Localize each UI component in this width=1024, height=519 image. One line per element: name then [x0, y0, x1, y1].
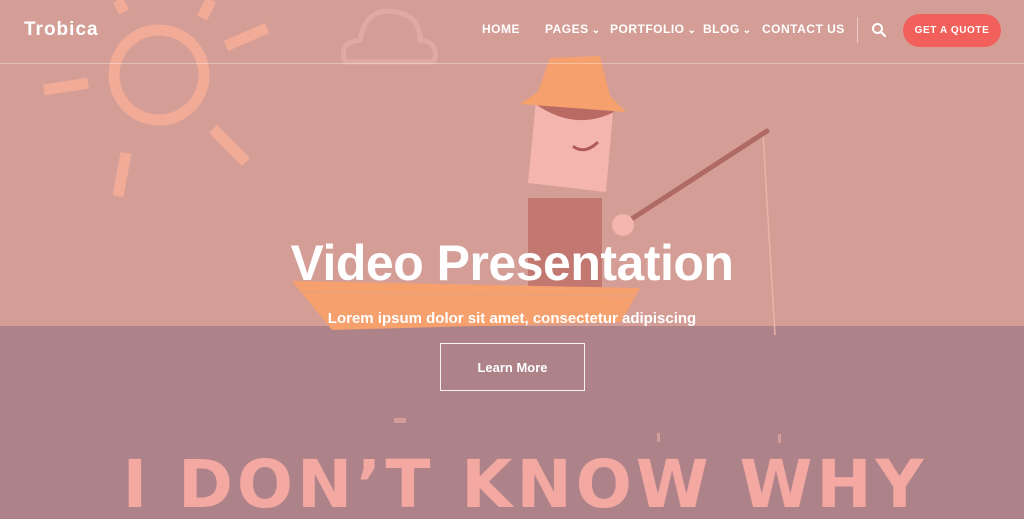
- learn-more-button[interactable]: Learn More: [440, 343, 585, 391]
- header-navbar: Trobica HOME PAGES ⌄ PORTFOLIO ⌄ BLOG ⌄ CON…: [0, 0, 1024, 64]
- search-icon: [872, 23, 887, 38]
- nav-portfolio-label: PORTFOLIO: [610, 22, 685, 36]
- chevron-down-icon: ⌄: [742, 25, 752, 36]
- nav-pages-label: PAGES: [545, 22, 589, 36]
- chevron-down-icon: ⌄: [687, 25, 697, 36]
- nav-pages[interactable]: PAGES ⌄: [545, 22, 601, 36]
- nav-home[interactable]: HOME: [482, 22, 520, 36]
- brand-logo[interactable]: Trobica: [24, 19, 99, 41]
- chevron-down-icon: ⌄: [591, 25, 601, 36]
- background-caption: I DON’T KNOW WHY: [123, 446, 928, 519]
- nav-blog[interactable]: BLOG ⌄: [703, 22, 752, 36]
- nav-contact-us-label: CONTACT US: [762, 22, 845, 36]
- hero-subtitle: Lorem ipsum dolor sit amet, consectetur …: [327, 310, 697, 327]
- nav-home-label: HOME: [482, 22, 520, 36]
- nav-contact-us[interactable]: CONTACT US: [762, 22, 845, 36]
- nav-portfolio[interactable]: PORTFOLIO ⌄: [610, 22, 696, 36]
- hero-title: Video Presentation: [290, 235, 734, 291]
- search-button[interactable]: [871, 22, 889, 40]
- get-a-quote-button[interactable]: GET A QUOTE: [903, 14, 1001, 47]
- nav-blog-label: BLOG: [703, 22, 740, 36]
- nav-divider: [857, 17, 858, 43]
